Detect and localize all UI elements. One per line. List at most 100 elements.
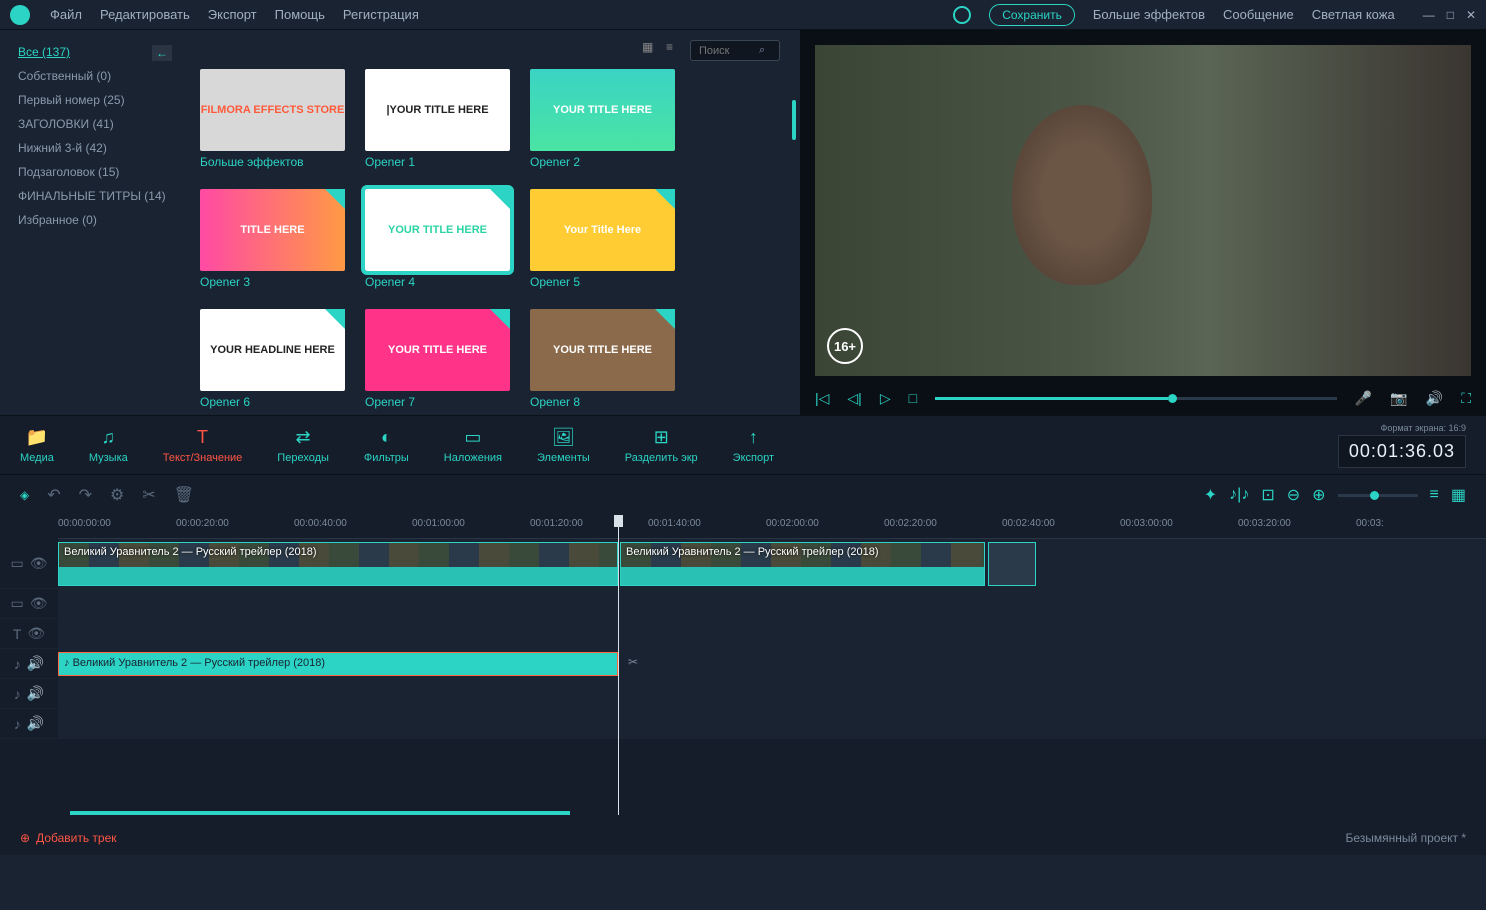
volume-icon[interactable]: 🔊: [1426, 390, 1443, 407]
tab-4[interactable]: ◐Фильтры: [364, 427, 409, 464]
title-preset-2[interactable]: YOUR TITLE HEREOpener 2: [530, 69, 675, 169]
undo-icon[interactable]: ↶: [47, 485, 60, 505]
video-clip-1[interactable]: Великий Уравнитель 2 — Русский трейлер (…: [58, 542, 618, 586]
tab-icon: ⊞: [654, 427, 669, 448]
sidebar-item-6[interactable]: ФИНАЛЬНЫЕ ТИТРЫ (14): [18, 184, 180, 208]
horizontal-scrollbar[interactable]: [70, 811, 570, 815]
sidebar-item-1[interactable]: Собственный (0): [18, 64, 180, 88]
progress-bar[interactable]: [935, 397, 1337, 400]
save-button[interactable]: Сохранить: [989, 4, 1075, 26]
title-preset-1[interactable]: |YOUR TITLE HEREOpener 1: [365, 69, 510, 169]
list-icon[interactable]: ≡: [1430, 486, 1439, 504]
fit-icon[interactable]: ⊡: [1261, 485, 1274, 505]
search-box[interactable]: ⌕: [690, 40, 780, 61]
video-clip-2[interactable]: Великий Уравнитель 2 — Русский трейлер (…: [620, 542, 985, 586]
download-badge-icon: [490, 189, 510, 209]
user-icon[interactable]: [953, 6, 971, 24]
redo-icon[interactable]: ↷: [79, 485, 92, 505]
tab-8[interactable]: ↑Экспорт: [733, 427, 774, 464]
manage-icon[interactable]: ▦: [1451, 485, 1466, 505]
add-track-button[interactable]: ⊕ Добавить трек: [20, 831, 117, 845]
ruler-mark: 00:01:00:00: [412, 518, 465, 529]
video-track-1-body[interactable]: Великий Уравнитель 2 — Русский трейлер (…: [58, 539, 1486, 588]
sidebar-item-2[interactable]: Первый номер (25): [18, 88, 180, 112]
tab-1[interactable]: ♫Музыка: [89, 427, 128, 464]
list-view-icon[interactable]: ≡: [666, 40, 682, 56]
message-link[interactable]: Сообщение: [1223, 7, 1294, 22]
playhead[interactable]: [618, 515, 619, 815]
title-preset-7[interactable]: YOUR TITLE HEREOpener 7: [365, 309, 510, 409]
mute-icon[interactable]: 🔊: [27, 715, 44, 732]
search-input[interactable]: [699, 45, 759, 57]
light-skin-link[interactable]: Светлая кожа: [1312, 7, 1395, 22]
preset-label: Opener 8: [530, 395, 675, 409]
sidebar-item-4[interactable]: Нижний 3-й (42): [18, 136, 180, 160]
snapshot-icon[interactable]: 📷: [1390, 390, 1407, 407]
tab-2[interactable]: TТекст/Значение: [163, 427, 243, 464]
tab-icon: ↑: [749, 427, 758, 448]
audio-clip-1[interactable]: ♪ Великий Уравнитель 2 — Русский трейлер…: [58, 652, 618, 676]
title-preset-8[interactable]: YOUR TITLE HEREOpener 8: [530, 309, 675, 409]
prev-frame-icon[interactable]: ◁|: [847, 390, 861, 407]
title-preset-5[interactable]: Your Title HereOpener 5: [530, 189, 675, 289]
collapse-icon[interactable]: ←: [152, 45, 172, 61]
time-ruler[interactable]: 00:00:00:0000:00:20:0000:00:40:0000:01:0…: [58, 515, 1486, 539]
marker-icon[interactable]: ◈: [20, 488, 29, 502]
eye-icon[interactable]: 👁: [27, 625, 45, 642]
zoom-slider[interactable]: [1338, 494, 1418, 497]
cut-marker-icon[interactable]: ✂: [628, 655, 638, 669]
zoom-out-icon[interactable]: ⊖: [1287, 485, 1300, 505]
title-preset-3[interactable]: TITLE HEREOpener 3: [200, 189, 345, 289]
menu-edit[interactable]: Редактировать: [100, 7, 190, 22]
audio-mix-icon[interactable]: ♪|♪: [1229, 486, 1249, 504]
menu-register[interactable]: Регистрация: [343, 7, 419, 22]
fullscreen-icon[interactable]: ⛶: [1461, 390, 1471, 407]
search-icon[interactable]: ⌕: [759, 44, 765, 57]
mute-icon[interactable]: 🔊: [27, 685, 44, 702]
module-tabs: 📁Медиа ♫Музыка TТекст/Значение ⇄Переходы ◐Фи…: [0, 415, 1486, 475]
timecode-display[interactable]: 00:01:36.03: [1338, 435, 1466, 468]
video-clip-3[interactable]: [988, 542, 1036, 586]
cut-icon[interactable]: ✂: [142, 485, 155, 505]
tab-6[interactable]: 🖼Элементы: [537, 427, 590, 464]
preset-label: Opener 3: [200, 275, 345, 289]
mic-icon[interactable]: 🎤: [1355, 390, 1372, 407]
stop-icon[interactable]: □: [909, 390, 917, 406]
title-preset-0[interactable]: FILMORA EFFECTS STOREБольше эффектов: [200, 69, 345, 169]
menu-export[interactable]: Экспорт: [208, 7, 257, 22]
tab-5[interactable]: ▭Наложения: [444, 427, 502, 464]
eye-icon[interactable]: 👁: [30, 595, 48, 612]
ruler-mark: 00:01:20:00: [530, 518, 583, 529]
grid-view-icon[interactable]: ▦: [642, 40, 658, 56]
menu-file[interactable]: Файл: [50, 7, 82, 22]
titlebar: Файл Редактировать Экспорт Помощь Регист…: [0, 0, 1486, 30]
delete-icon[interactable]: 🗑: [174, 485, 194, 505]
sidebar-item-0[interactable]: Все (137)←: [18, 40, 180, 64]
more-effects-link[interactable]: Больше эффектов: [1093, 7, 1205, 22]
sidebar-item-3[interactable]: ЗАГОЛОВКИ (41): [18, 112, 180, 136]
settings-icon[interactable]: ⚙: [110, 485, 124, 505]
sidebar-item-5[interactable]: Подзаголовок (15): [18, 160, 180, 184]
title-preset-6[interactable]: YOUR HEADLINE HEREOpener 6: [200, 309, 345, 409]
tab-0[interactable]: 📁Медиа: [20, 427, 54, 464]
tab-7[interactable]: ⊞Разделить экр: [625, 427, 698, 464]
download-badge-icon: [655, 309, 675, 329]
close-icon[interactable]: ✕: [1466, 8, 1476, 22]
audio-track-1-body[interactable]: ♪ Великий Уравнитель 2 — Русский трейлер…: [58, 649, 1486, 678]
maximize-icon[interactable]: □: [1447, 8, 1454, 22]
goto-start-icon[interactable]: |◁: [815, 390, 829, 407]
eye-icon[interactable]: 👁: [30, 555, 48, 572]
zoom-in-icon[interactable]: ⊕: [1312, 485, 1325, 505]
render-icon[interactable]: ✦: [1204, 485, 1217, 505]
preview-video[interactable]: 16+: [815, 45, 1471, 376]
tab-3[interactable]: ⇄Переходы: [277, 427, 329, 464]
title-preset-4[interactable]: YOUR TITLE HEREOpener 4: [365, 189, 510, 289]
scrollbar[interactable]: [792, 100, 796, 140]
video-track-icon: ▭: [10, 555, 23, 572]
play-icon[interactable]: ▷: [880, 390, 891, 407]
sidebar-item-7[interactable]: Избранное (0): [18, 208, 180, 232]
ruler-mark: 00:02:00:00: [766, 518, 819, 529]
mute-icon[interactable]: 🔊: [27, 655, 44, 672]
minimize-icon[interactable]: ―: [1423, 8, 1435, 22]
menu-help[interactable]: Помощь: [275, 7, 325, 22]
